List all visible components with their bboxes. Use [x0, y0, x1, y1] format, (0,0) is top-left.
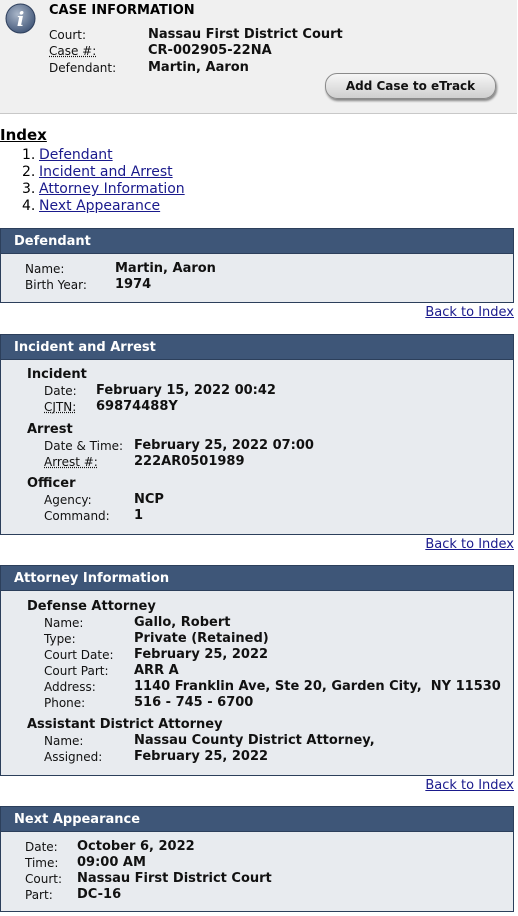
phone-label: Phone: [44, 696, 86, 710]
index-link-defendant[interactable]: Defendant [39, 147, 113, 163]
court-value: Nassau First District Court [148, 27, 343, 42]
appearance-time-value: 09:00 AM [77, 855, 146, 870]
info-icon: i [5, 3, 36, 34]
back-to-index-link[interactable]: Back to Index [425, 305, 514, 320]
assigned-value: February 25, 2022 [134, 749, 269, 764]
case-information-panel: i CASE INFORMATION Court: Nassau First D… [0, 0, 517, 114]
attorney-section-body: Defense Attorney Name: Gallo, Robert Typ… [0, 591, 514, 776]
ada-name-label: Name: [44, 734, 84, 748]
index-number: 3. [22, 181, 36, 197]
incident-subtitle: Incident [27, 367, 87, 382]
defense-attorney-subtitle: Defense Attorney [27, 599, 156, 614]
arrest-number-value: 222AR0501989 [134, 454, 245, 469]
index-number: 2. [22, 164, 36, 180]
next-appearance-section-header: Next Appearance [0, 806, 514, 832]
index-link-next-appearance[interactable]: Next Appearance [39, 198, 160, 214]
officer-subtitle: Officer [27, 476, 76, 491]
arrest-subtitle: Arrest [27, 422, 73, 437]
court-part-label: Court Part: [44, 664, 109, 678]
arrest-datetime-value: February 25, 2022 07:00 [134, 438, 314, 453]
defendant-label: Defendant: [49, 61, 117, 75]
back-to-index-link[interactable]: Back to Index [425, 778, 514, 793]
case-information-title: CASE INFORMATION [49, 3, 195, 18]
next-appearance-section-body: Date: October 6, 2022 Time: 09:00 AM Cou… [0, 832, 514, 912]
name-label: Name: [25, 262, 65, 276]
attorney-section-header: Attorney Information [0, 565, 514, 591]
attorney-name-value: Gallo, Robert [134, 615, 231, 630]
attorney-type-label: Type: [44, 632, 76, 646]
court-label: Court: [49, 28, 87, 42]
appearance-part-label: Part: [25, 888, 53, 902]
appearance-court-label: Court: [25, 872, 63, 886]
defendant-name-value: Martin, Aaron [115, 261, 216, 276]
command-value: 1 [134, 508, 144, 523]
case-number-label: Case #: [49, 44, 97, 58]
ada-name-value: Nassau County District Attorney, [134, 733, 375, 748]
ada-subtitle: Assistant District Attorney [27, 717, 223, 732]
back-to-index-link[interactable]: Back to Index [425, 537, 514, 552]
index-number: 4. [22, 198, 36, 214]
add-case-to-etrack-button[interactable]: Add Case to eTrack [325, 73, 496, 99]
index-number: 1. [22, 147, 36, 163]
court-date-value: February 25, 2022 [134, 647, 269, 662]
agency-label: Agency: [44, 493, 92, 507]
arrest-number-label: Arrest #: [44, 455, 98, 469]
address-label: Address: [44, 680, 96, 694]
defendant-value: Martin, Aaron [148, 60, 249, 75]
index-link-attorney-information[interactable]: Attorney Information [39, 181, 185, 197]
attorney-name-label: Name: [44, 616, 84, 630]
index-title: Index [0, 126, 47, 144]
address-value: 1140 Franklin Ave, Ste 20, Garden City, … [134, 679, 501, 694]
incident-date-label: Date: [44, 384, 77, 398]
defendant-section-header: Defendant [0, 228, 514, 254]
incident-section-header: Incident and Arrest [0, 334, 514, 360]
court-date-label: Court Date: [44, 648, 114, 662]
incident-section-body: Incident Date: February 15, 2022 00:42 C… [0, 360, 514, 535]
appearance-date-label: Date: [25, 840, 58, 854]
court-part-value: ARR A [134, 663, 179, 678]
attorney-type-value: Private (Retained) [134, 631, 269, 646]
cjtn-label: CJTN: [44, 400, 77, 414]
arrest-datetime-label: Date & Time: [44, 439, 124, 453]
svg-text:i: i [17, 7, 25, 31]
incident-date-value: February 15, 2022 00:42 [96, 383, 276, 398]
appearance-time-label: Time: [25, 856, 59, 870]
birth-year-value: 1974 [115, 277, 152, 292]
agency-value: NCP [134, 492, 164, 507]
appearance-court-value: Nassau First District Court [77, 871, 272, 886]
appearance-part-value: DC-16 [77, 887, 122, 902]
index-link-incident-and-arrest[interactable]: Incident and Arrest [39, 164, 173, 180]
case-number-value: CR-002905-22NA [148, 43, 272, 58]
appearance-date-value: October 6, 2022 [77, 839, 195, 854]
defendant-section-body: Name: Martin, Aaron Birth Year: 1974 [0, 254, 514, 303]
phone-value: 516 - 745 - 6700 [134, 695, 254, 710]
cjtn-value: 69874488Y [96, 399, 178, 414]
command-label: Command: [44, 509, 110, 523]
assigned-label: Assigned: [44, 750, 103, 764]
birth-year-label: Birth Year: [25, 278, 87, 292]
